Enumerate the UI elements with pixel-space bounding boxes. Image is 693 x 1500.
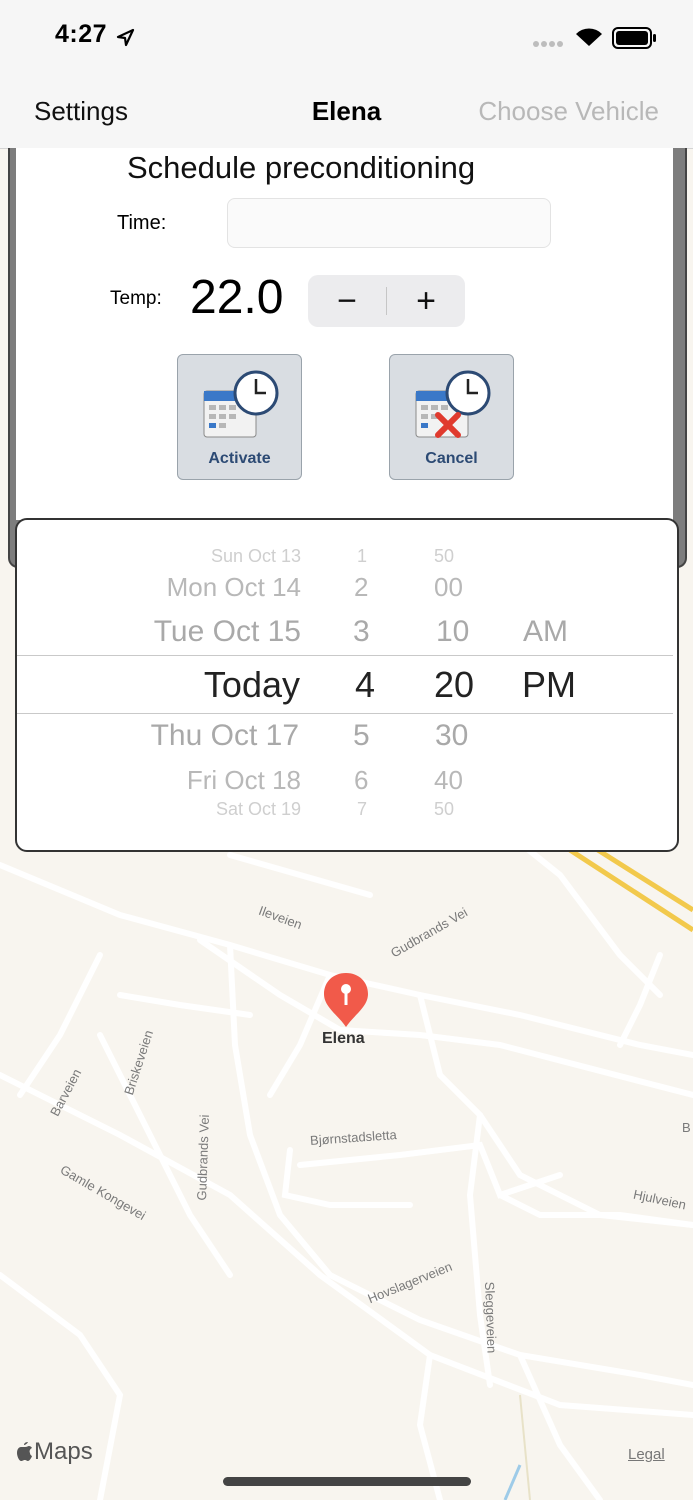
picker-hour[interactable]: 6 [354,765,368,796]
picker-day[interactable]: Sat Oct 19 [216,799,301,820]
picker-hour[interactable]: 1 [357,546,367,567]
wifi-icon [576,28,602,46]
cancel-button[interactable]: Cancel [389,354,514,480]
picker-day[interactable]: Thu Oct 17 [151,719,299,753]
legal-link[interactable]: Legal [628,1446,665,1463]
picker-hour[interactable]: 5 [353,719,370,753]
signal-icon [533,41,563,47]
picker-day[interactable]: Mon Oct 14 [167,572,301,603]
apple-maps-logo: Maps [16,1438,93,1466]
picker-minute[interactable]: 50 [434,799,454,820]
picker-hour[interactable]: 7 [357,799,367,820]
home-indicator [223,1477,471,1486]
picker-hour-selected[interactable]: 4 [355,664,375,706]
schedule-title: Schedule preconditioning [127,150,476,185]
temp-label: Temp: [110,288,162,309]
street-label: Sleggeveien [482,1281,500,1354]
pin-label: Elena [322,1030,365,1047]
apple-icon [17,1442,32,1461]
calendar-clock-icon [203,370,279,438]
navigation-bar: Settings Elena Choose Vehicle [0,70,693,149]
time-field[interactable] [227,198,551,248]
picker-minute-selected[interactable]: 20 [434,664,474,706]
vehicle-pin[interactable] [322,971,370,1029]
temp-value: 22.0 [190,271,284,324]
status-bar: 4:27 [0,0,693,70]
time-label: Time: [117,212,167,234]
activate-label: Activate [208,450,271,467]
maps-label: Maps [34,1438,93,1465]
picker-minute[interactable]: 50 [434,546,454,567]
picker-minute[interactable]: 10 [436,615,469,649]
cancel-label: Cancel [425,450,478,467]
picker-minute[interactable]: 30 [435,719,468,753]
street-label: B [682,1120,691,1135]
picker-am[interactable]: AM [523,615,568,649]
activate-button[interactable]: Activate [177,354,302,480]
picker-minute[interactable]: 00 [434,572,463,603]
picker-day[interactable]: Tue Oct 15 [154,615,301,649]
picker-day[interactable]: Sun Oct 13 [211,546,301,567]
calendar-cancel-icon [415,370,491,438]
choose-vehicle-button[interactable]: Choose Vehicle [478,96,659,127]
picker-day-selected[interactable]: Today [204,664,300,706]
battery-icon [612,27,656,49]
picker-hour[interactable]: 2 [354,572,368,603]
picker-pm-selected[interactable]: PM [522,664,576,706]
picker-day[interactable]: Fri Oct 18 [187,765,301,796]
status-time: 4:27 [55,20,108,48]
street-label: Gudbrands Vei [194,1114,213,1201]
temp-stepper: − + [308,275,465,327]
pin-icon [324,973,368,1027]
location-arrow-icon [116,28,135,47]
increment-button[interactable]: + [387,275,465,327]
decrement-button[interactable]: − [308,275,386,327]
picker-hour[interactable]: 3 [353,615,370,649]
picker-minute[interactable]: 40 [434,765,463,796]
